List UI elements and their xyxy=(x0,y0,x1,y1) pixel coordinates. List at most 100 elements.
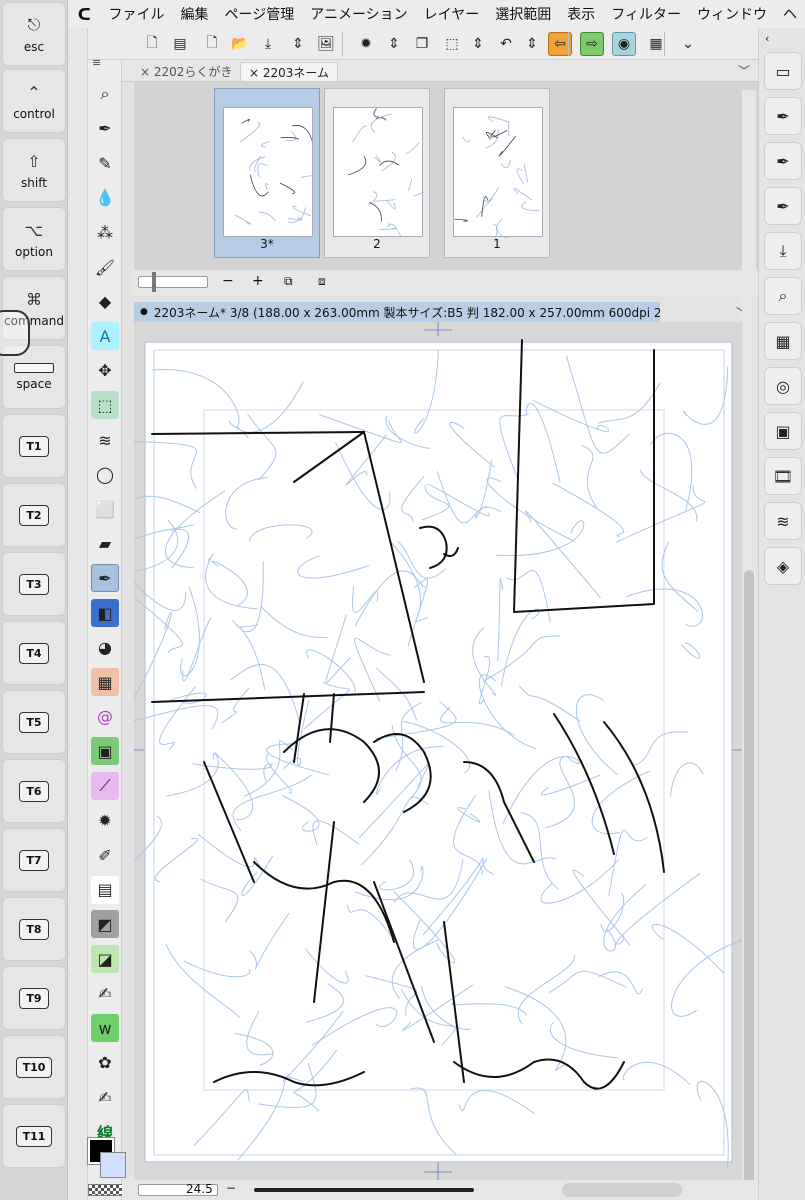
vector-pen-tool-icon[interactable]: ✒ xyxy=(91,564,119,592)
document-tab-1[interactable]: × 2203ネーム xyxy=(240,62,338,81)
menu-item-5[interactable]: 選択範囲 xyxy=(487,4,559,24)
new-page-icon[interactable]: ▤ xyxy=(168,32,192,56)
page-thumbnail-1[interactable]: 1 xyxy=(444,88,550,258)
shortcut-key-t5[interactable]: T5 xyxy=(2,690,66,754)
drawing-canvas[interactable] xyxy=(134,322,742,1180)
color-circle-icon[interactable]: ◎ xyxy=(764,367,802,405)
effect-line-tool-icon[interactable]: ✹ xyxy=(91,807,119,835)
page-view-icon[interactable]: ⧈ xyxy=(318,274,326,289)
control-key-button[interactable]: ⌃ control xyxy=(2,69,66,133)
layer-icon[interactable]: ◈ xyxy=(764,547,802,585)
shift-key-button[interactable]: ⇧ shift xyxy=(2,138,66,202)
fill-bucket-tool-icon[interactable]: ◧ xyxy=(91,599,119,627)
page-zoom-minus-button[interactable]: − xyxy=(222,273,234,289)
shortcut-key-t4[interactable]: T4 xyxy=(2,621,66,685)
chevron-down-icon[interactable]: ﹀ xyxy=(738,62,750,79)
grass-tool-icon[interactable]: ᴡ xyxy=(91,1014,119,1042)
brush-size-icon[interactable]: ✒ xyxy=(764,187,802,225)
object-tool-icon[interactable]: ⬚ xyxy=(91,391,119,419)
canvas-artwork[interactable] xyxy=(134,322,742,1180)
stepper-icon[interactable]: ⇕ xyxy=(382,32,406,56)
menu-item-4[interactable]: レイヤー xyxy=(416,4,488,24)
move-tool-icon[interactable]: ✥ xyxy=(91,357,119,385)
zoom-minus-button[interactable]: − xyxy=(226,1181,236,1195)
ruler-tool-icon[interactable]: ⟋ xyxy=(91,772,119,800)
page-zoom-slider[interactable] xyxy=(138,276,208,288)
lasso-tool-icon[interactable]: ◯ xyxy=(91,461,119,489)
spiral-tool-icon[interactable]: @ xyxy=(91,703,119,731)
decoration-tool-icon[interactable]: ✿ xyxy=(91,1049,119,1077)
new-document-icon[interactable]: 🗋 xyxy=(140,32,164,56)
airbrush-tool-icon[interactable]: ⁂ xyxy=(91,218,119,246)
app-logo-icon[interactable]: ᑕ xyxy=(68,5,100,24)
shortcut-key-t6[interactable]: T6 xyxy=(2,759,66,823)
correct-line-tool-icon[interactable]: ✍ xyxy=(91,980,119,1008)
animation-icon[interactable]: 🎞 xyxy=(764,457,802,495)
esc-key-button[interactable]: ⎋ esc xyxy=(2,2,66,66)
zoom-tool-icon[interactable]: ⌕ xyxy=(91,80,119,108)
chevron-left-icon[interactable]: ‹ xyxy=(765,32,769,45)
navigator-icon[interactable]: ⌕ xyxy=(764,277,802,315)
chevron-down-icon[interactable]: ⌄ xyxy=(676,32,700,56)
watercolor-tool-icon[interactable]: 💧 xyxy=(91,184,119,212)
pencil-tool-icon[interactable]: ✎ xyxy=(91,149,119,177)
save-icon[interactable]: ⤓ xyxy=(256,32,280,56)
menu-item-0[interactable]: ファイル xyxy=(100,4,172,24)
menu-item-9[interactable]: ヘ xyxy=(775,4,805,24)
shortcut-key-t10[interactable]: T10 xyxy=(2,1035,66,1099)
shortcut-key-t9[interactable]: T9 xyxy=(2,966,66,1030)
gradient-tool-icon[interactable]: ▣ xyxy=(91,737,119,765)
menu-item-3[interactable]: アニメーション xyxy=(302,4,415,24)
shortcut-key-t2[interactable]: T2 xyxy=(2,483,66,547)
page-thumbnail-3*[interactable]: 3* xyxy=(214,88,320,258)
layer-search-icon[interactable]: ≋ xyxy=(764,502,802,540)
document-tab-0[interactable]: × 2202らくがき xyxy=(132,62,240,81)
fill-tool-icon[interactable]: ◆ xyxy=(91,288,119,316)
tool-property-icon[interactable]: ✒ xyxy=(764,142,802,180)
line-correction-tool-icon[interactable]: ✍ xyxy=(91,1083,119,1111)
menu-item-7[interactable]: フィルター xyxy=(603,4,689,24)
rotate-slider[interactable] xyxy=(254,1188,474,1192)
tone-tool-icon[interactable]: ▦ xyxy=(91,668,119,696)
tool-collapse-icon[interactable]: ≡ xyxy=(92,56,101,69)
page-zoom-plus-button[interactable]: + xyxy=(252,273,264,289)
export-jpg-icon[interactable]: 🖼 xyxy=(314,32,338,56)
rotate-scroll-indicator[interactable] xyxy=(562,1183,682,1197)
tool-collapse-strip[interactable] xyxy=(68,28,88,1200)
scrollbar-thumb[interactable] xyxy=(744,570,754,1190)
burst-icon[interactable]: ✹ xyxy=(354,32,378,56)
balloon-tool-icon[interactable]: ◕ xyxy=(91,634,119,662)
layer-property-icon[interactable]: ▣ xyxy=(764,412,802,450)
shortcut-key-t1[interactable]: T1 xyxy=(2,414,66,478)
next-page-icon[interactable]: ⇨ xyxy=(580,32,604,56)
menu-item-6[interactable]: 表示 xyxy=(559,4,603,24)
floating-handle[interactable] xyxy=(0,310,30,356)
perspective-tool-icon[interactable]: ◪ xyxy=(91,945,119,973)
eraser-tool-icon[interactable]: ▰ xyxy=(91,530,119,558)
add-page-icon[interactable]: 🗋 xyxy=(200,32,224,56)
shortcut-key-t8[interactable]: T8 xyxy=(2,897,66,961)
selection-tool-icon[interactable]: ⬜ xyxy=(91,495,119,523)
vertical-scrollbar[interactable] xyxy=(742,90,756,1180)
page-zoom-slider-thumb[interactable] xyxy=(152,272,156,292)
open-icon[interactable]: 📂 xyxy=(228,32,252,56)
menu-item-2[interactable]: ページ管理 xyxy=(216,4,302,24)
sub-color-swatch[interactable] xyxy=(100,1152,126,1178)
panel-toggle-icon[interactable]: ▭ xyxy=(764,52,802,90)
page-fit-icon[interactable]: ⧉ xyxy=(284,274,293,289)
stepper-icon[interactable]: ⇕ xyxy=(466,32,490,56)
menu-item-1[interactable]: 編集 xyxy=(172,4,216,24)
shortcut-key-t11[interactable]: T11 xyxy=(2,1104,66,1168)
option-key-button[interactable]: ⌥ option xyxy=(2,207,66,271)
sub-tool-icon[interactable]: ✒ xyxy=(764,97,802,135)
duplicate-icon[interactable]: ❐ xyxy=(410,32,434,56)
shortcut-key-t3[interactable]: T3 xyxy=(2,552,66,616)
text-tool-icon[interactable]: A xyxy=(91,322,119,350)
stepper-icon[interactable]: ⇕ xyxy=(520,32,544,56)
pen-tool-icon[interactable]: ✒ xyxy=(91,115,119,143)
toggle-view-icon[interactable]: ◉ xyxy=(612,32,636,56)
stepper-icon[interactable]: ⇕ xyxy=(286,32,310,56)
frame-border-tool-icon[interactable]: ◩ xyxy=(91,910,119,938)
color-palette-icon[interactable]: ▦ xyxy=(764,322,802,360)
shortcut-key-t7[interactable]: T7 xyxy=(2,828,66,892)
